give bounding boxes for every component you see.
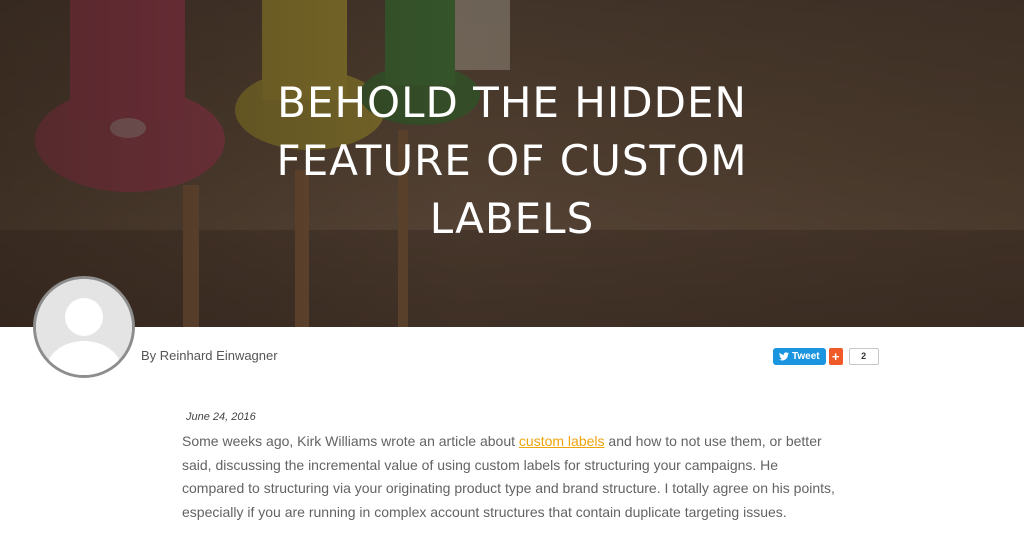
- body-intro: Some weeks ago, Kirk Williams wrote an a…: [182, 433, 519, 449]
- author-avatar: [33, 276, 135, 378]
- plus-icon: +: [831, 348, 840, 364]
- custom-labels-link[interactable]: custom labels: [519, 433, 605, 449]
- tweet-button[interactable]: Tweet: [773, 347, 826, 365]
- title-line-2: FEATURE OF CUSTOM: [276, 136, 748, 185]
- post-date: June 24, 2016: [186, 411, 256, 423]
- article-body: Some weeks ago, Kirk Williams wrote an a…: [182, 430, 842, 524]
- addthis-button[interactable]: +: [828, 347, 843, 365]
- title-line-3: LABELS: [429, 194, 595, 243]
- tweet-label: Tweet: [792, 350, 820, 362]
- title-line-1: BEHOLD THE HIDDEN: [277, 78, 747, 127]
- hero-banner: BEHOLD THE HIDDEN FEATURE OF CUSTOM LABE…: [0, 0, 1024, 327]
- twitter-bird-icon: [779, 351, 789, 360]
- share-count: 2: [848, 347, 879, 365]
- share-bar: Tweet + 2: [773, 347, 879, 365]
- avatar-placeholder-icon: [36, 279, 132, 375]
- article-title: BEHOLD THE HIDDEN FEATURE OF CUSTOM LABE…: [212, 74, 812, 248]
- author-byline: By Reinhard Einwagner: [141, 348, 278, 363]
